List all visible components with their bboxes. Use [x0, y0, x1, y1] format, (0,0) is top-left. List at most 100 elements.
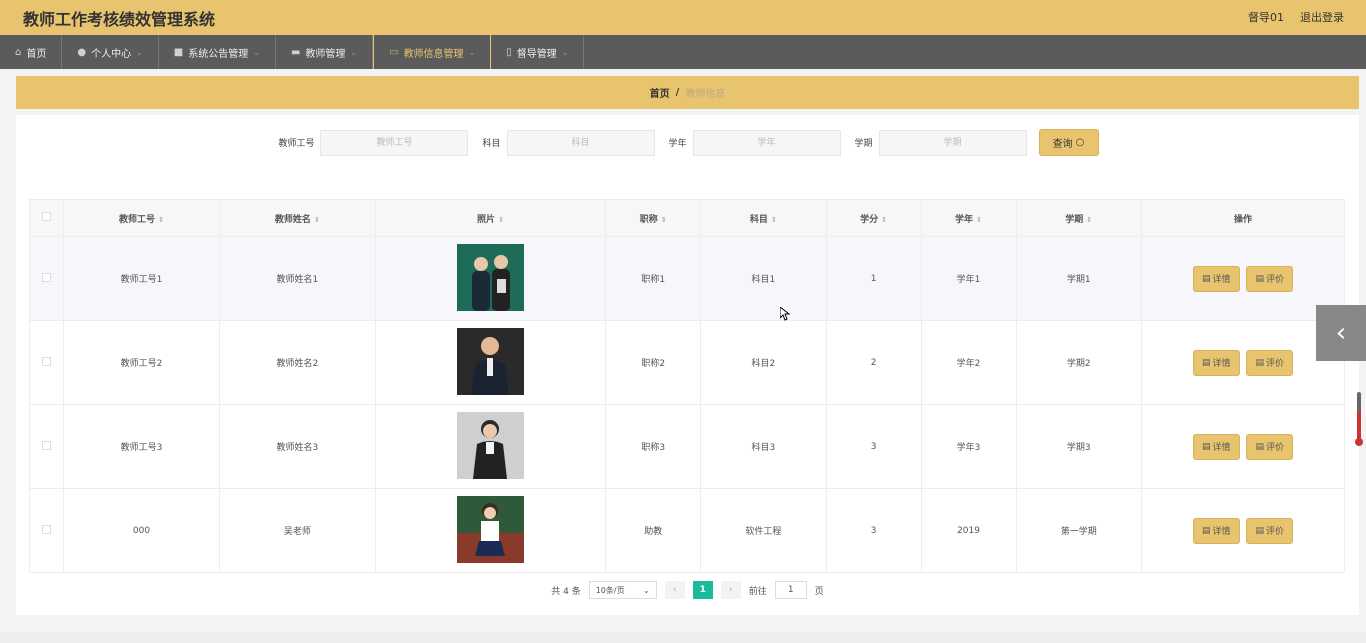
- col-title[interactable]: 职称 ⇕: [605, 199, 702, 237]
- year-input[interactable]: 学年: [692, 129, 841, 156]
- home-icon: ⌂: [15, 46, 22, 58]
- col-term[interactable]: 学期 ⇕: [1015, 199, 1143, 237]
- nav-item-home[interactable]: ⌂ 首页: [0, 35, 63, 69]
- col-year[interactable]: 学年 ⇕: [920, 199, 1017, 237]
- teacher-id-label: 教师工号: [278, 139, 315, 149]
- row-checkbox[interactable]: [42, 356, 51, 366]
- nav-item-label: 个人中心: [91, 48, 132, 60]
- nav-item-teacher-info[interactable]: ▭ 教师信息管理 ⌄: [373, 35, 492, 69]
- mouse-cursor-icon: [780, 307, 790, 321]
- col-photo[interactable]: 照片 ⇕: [374, 199, 607, 237]
- doc-icon: ▤: [1255, 357, 1264, 368]
- cell-credit: 3: [825, 488, 922, 573]
- sort-icon: ⇕: [771, 215, 777, 224]
- term-label: 学期: [854, 139, 873, 149]
- review-button[interactable]: ▤ 评价: [1246, 517, 1293, 544]
- search-button-label: 查询: [1052, 139, 1073, 150]
- review-button[interactable]: ▤ 评价: [1246, 433, 1293, 460]
- search-button[interactable]: 查询 ○: [1038, 129, 1099, 156]
- teacher-id-input[interactable]: 教师工号: [320, 129, 469, 156]
- breadcrumb: 首页 / 教师信息: [16, 76, 1359, 109]
- top-nav: ⌂ 首页 ● 个人中心 ⌄ ■ 系统公告管理 ⌄ ▬ 教师管理 ⌄ ▭ 教师信息…: [0, 35, 1366, 69]
- sort-icon: ⇕: [881, 215, 888, 224]
- teacher-photo: [457, 243, 525, 311]
- nav-item-personal-center[interactable]: ● 个人中心 ⌄: [62, 35, 159, 69]
- row-checkbox[interactable]: [42, 272, 51, 282]
- col-credit[interactable]: 学分 ⇕: [825, 199, 922, 237]
- select-all-header: [29, 199, 64, 237]
- col-actions: 操作: [1141, 199, 1345, 237]
- sort-icon: ⇕: [158, 215, 164, 224]
- cell-subject: 科目1: [700, 236, 827, 321]
- logout-button[interactable]: 退出登录: [1300, 9, 1344, 25]
- col-subject[interactable]: 科目 ⇕: [700, 199, 827, 237]
- detail-button[interactable]: ▤ 详情: [1193, 517, 1240, 544]
- next-page-button[interactable]: ›: [720, 581, 741, 599]
- page-size-select[interactable]: 10条/页 ⌄: [588, 581, 657, 599]
- table-row: 000 吴老师 助教 软件工程 3 2019 第一学期 ▤ 详情 ▤ 评价: [29, 488, 1345, 573]
- cell-teacher-id: 教师工号1: [63, 236, 220, 321]
- col-teacher-id[interactable]: 教师工号 ⇕: [63, 199, 220, 237]
- nav-item-announcement[interactable]: ■ 系统公告管理 ⌄: [159, 35, 276, 69]
- doc-icon: ▤: [1202, 357, 1211, 368]
- cell-subject: 科目3: [700, 404, 827, 489]
- teacher-table: 教师工号 ⇕ 教师姓名 ⇕ 照片 ⇕ 职称 ⇕ 科目 ⇕ 学分 ⇕ 学年 ⇕ 学…: [29, 199, 1345, 573]
- cell-teacher-id: 教师工号3: [63, 404, 220, 489]
- chevron-down-icon: ⌄: [136, 47, 143, 57]
- chevron-left-icon: ‹: [1335, 318, 1347, 348]
- sort-icon: ⇕: [498, 215, 505, 224]
- chevron-right-icon: ›: [728, 585, 733, 595]
- cell-year: 学年1: [920, 236, 1017, 321]
- cell-title: 职称1: [605, 236, 702, 321]
- col-teacher-name[interactable]: 教师姓名 ⇕: [218, 199, 376, 237]
- doc-icon: ▤: [1202, 525, 1211, 536]
- cell-year: 学年2: [920, 320, 1017, 405]
- content-panel: 教师工号 教师工号 科目 科目 学年 学年 学期 学期 查询 ○ 教师工号 ⇕ …: [16, 115, 1359, 615]
- review-button[interactable]: ▤ 评价: [1246, 349, 1293, 376]
- badge-icon: ▯: [506, 46, 512, 58]
- term-input[interactable]: 学期: [878, 129, 1027, 156]
- nav-item-teacher-mgmt[interactable]: ▬ 教师管理 ⌄: [276, 35, 374, 69]
- table-row: 教师工号1 教师姓名1 职称1 科目1 1 学年1 学期1 ▤ 详情 ▤ 评价: [29, 236, 1345, 321]
- scroll-indicator-icon[interactable]: [1355, 392, 1363, 448]
- cell-year: 学年3: [920, 404, 1017, 489]
- review-button[interactable]: ▤ 评价: [1246, 265, 1293, 292]
- detail-button[interactable]: ▤ 详情: [1193, 349, 1240, 376]
- row-checkbox[interactable]: [42, 440, 51, 450]
- search-bar: 教师工号 教师工号 科目 科目 学年 学年 学期 学期 查询 ○: [16, 129, 1359, 156]
- nav-item-label: 教师管理: [305, 48, 346, 60]
- subject-label: 科目: [482, 139, 501, 149]
- doc-icon: ▤: [1202, 273, 1211, 284]
- sort-icon: ⇕: [660, 215, 667, 224]
- goto-suffix: 页: [814, 586, 824, 597]
- goto-page-input[interactable]: 1: [774, 581, 807, 599]
- select-all-checkbox[interactable]: [42, 212, 51, 221]
- nav-item-label: 系统公告管理: [188, 48, 249, 60]
- cell-term: 第一学期: [1015, 488, 1143, 573]
- teacher-photo: [457, 411, 525, 479]
- detail-button[interactable]: ▤ 详情: [1193, 265, 1240, 292]
- detail-button[interactable]: ▤ 详情: [1193, 433, 1240, 460]
- side-panel-toggle[interactable]: ‹: [1316, 305, 1366, 361]
- page-number-button[interactable]: 1: [692, 581, 713, 599]
- row-checkbox[interactable]: [42, 524, 51, 534]
- nav-item-label: 教师信息管理: [403, 48, 464, 60]
- main-content: 首页 / 教师信息 教师工号 教师工号 科目 科目 学年 学年 学期 学期 查询…: [0, 69, 1366, 643]
- nav-item-supervisor[interactable]: ▯ 督导管理 ⌄: [491, 35, 585, 69]
- nav-item-label: 督导管理: [516, 48, 557, 60]
- nav-item-label: 首页: [26, 48, 47, 60]
- sort-icon: ⇕: [314, 215, 320, 224]
- subject-input[interactable]: 科目: [506, 129, 655, 156]
- breadcrumb-home[interactable]: 首页: [650, 85, 670, 100]
- chevron-down-icon: ⌄: [253, 47, 260, 57]
- app-header: 教师工作考核绩效管理系统 督导01 退出登录: [0, 0, 1366, 35]
- total-count: 共 4 条: [551, 586, 581, 597]
- cell-teacher-name: 教师姓名1: [218, 236, 376, 321]
- cell-teacher-name: 教师姓名3: [218, 404, 376, 489]
- cell-title: 助教: [605, 488, 702, 573]
- current-user: 督导01: [1248, 11, 1284, 24]
- cell-term: 学期2: [1015, 320, 1143, 405]
- page-footer: [0, 632, 1366, 643]
- doc-icon: ▤: [1255, 441, 1264, 452]
- prev-page-button[interactable]: ‹: [664, 581, 685, 599]
